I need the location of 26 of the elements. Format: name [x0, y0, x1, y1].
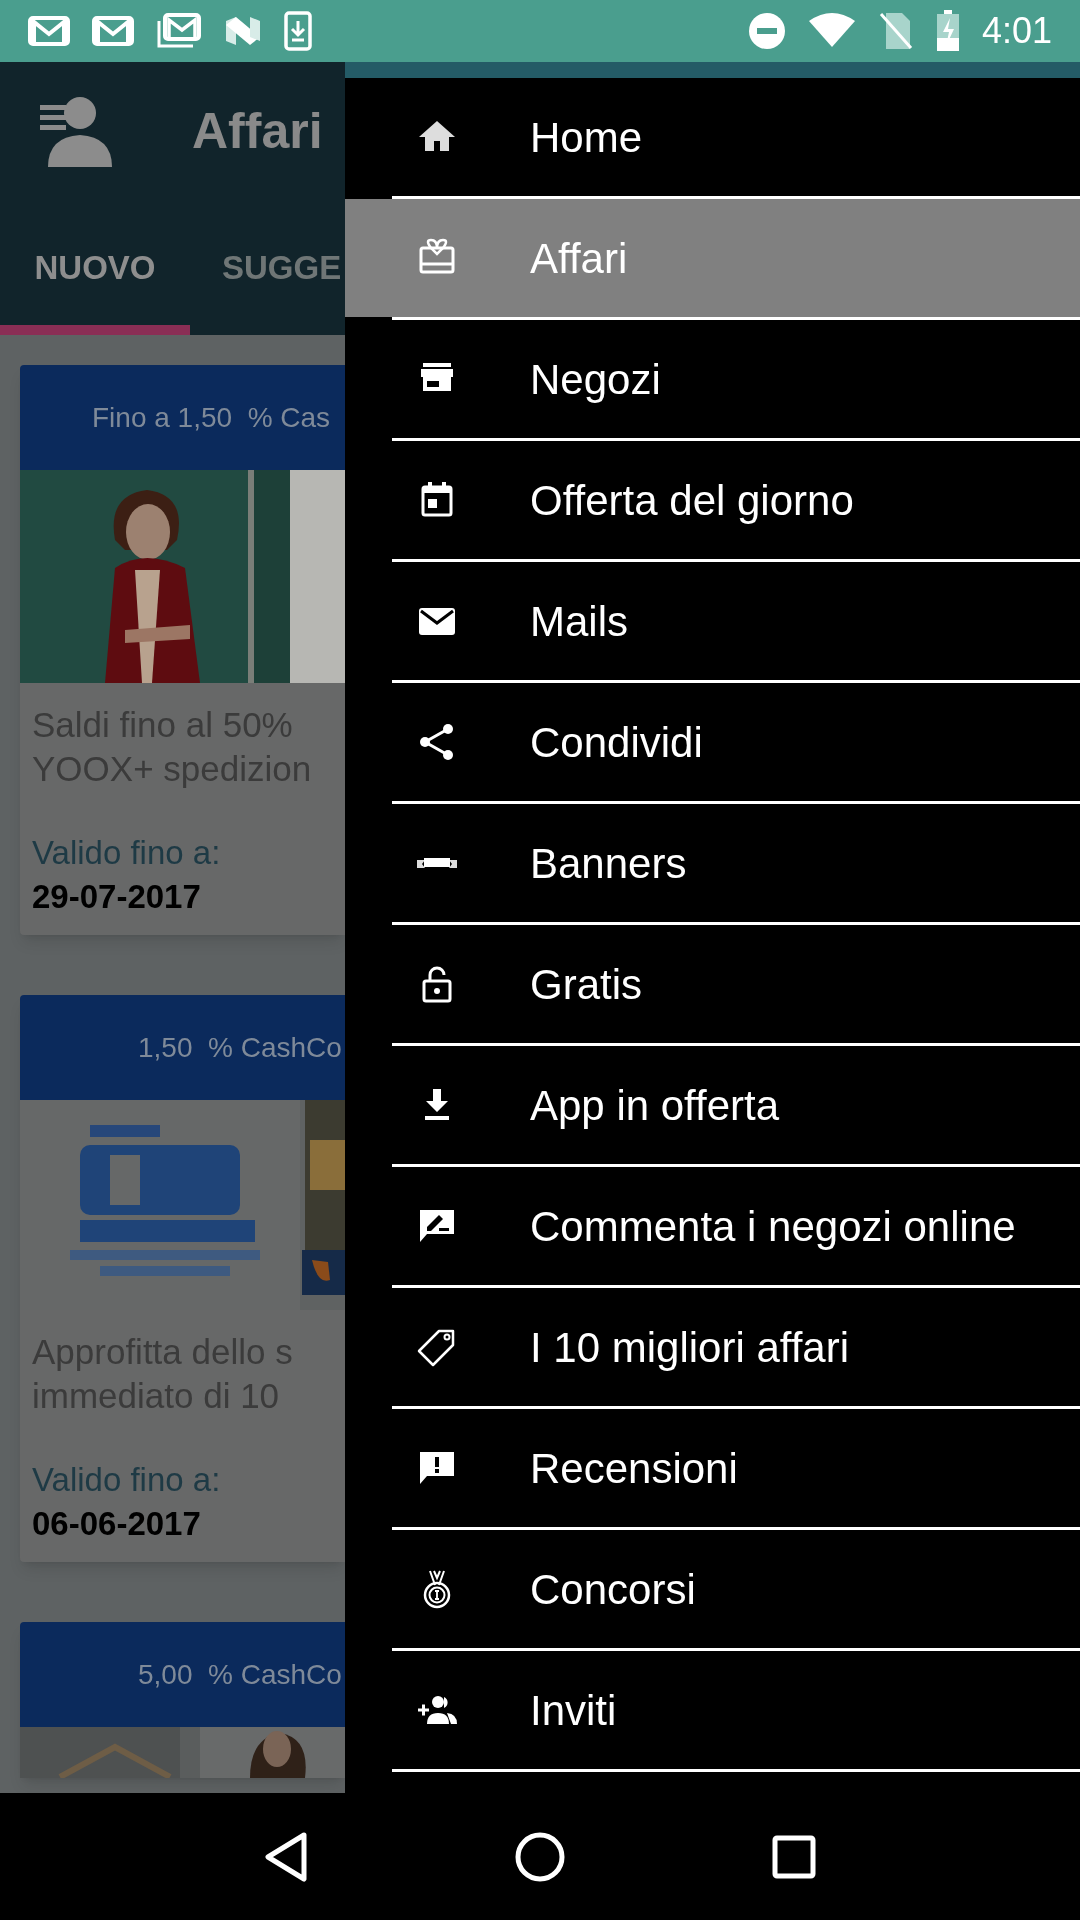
clock-time: 4:01: [981, 13, 1052, 49]
recents-button[interactable]: [772, 1834, 817, 1879]
cashback-header: 1,50 % CashCo: [20, 995, 345, 1100]
stacked-mail-icon: [156, 13, 202, 49]
mail-icon: [92, 16, 134, 46]
mail-icon: [28, 16, 70, 46]
no-sim-icon: [877, 11, 914, 51]
banner-icon: [417, 857, 457, 869]
wifi-icon: [807, 13, 856, 49]
valid-until-date: 06-06-2017: [31, 1504, 202, 1544]
app-title: Affari: [192, 101, 323, 161]
valid-until-label: Valido fino a:: [31, 1460, 222, 1500]
tab[interactable]: NUOVO: [0, 200, 190, 335]
back-button[interactable]: [263, 1831, 308, 1882]
drawer-item[interactable]: Affari: [345, 199, 1080, 317]
do-not-disturb-icon: [747, 12, 786, 50]
deal-card[interactable]: 5,00 % CashCo: [20, 1622, 345, 1778]
n-logo-icon: [224, 15, 262, 47]
home-button[interactable]: [515, 1831, 565, 1882]
valid-until-label: Valido fino a:: [31, 833, 222, 873]
charging-battery-icon: [935, 10, 960, 52]
tag-icon: [417, 1327, 457, 1367]
cashback-header: 5,00 % CashCo: [20, 1622, 345, 1727]
download-phone-icon: [284, 11, 312, 51]
valid-until-date: 29-07-2017: [31, 877, 202, 917]
cashback-header: Fino a 1,50 % Cas: [20, 365, 345, 470]
